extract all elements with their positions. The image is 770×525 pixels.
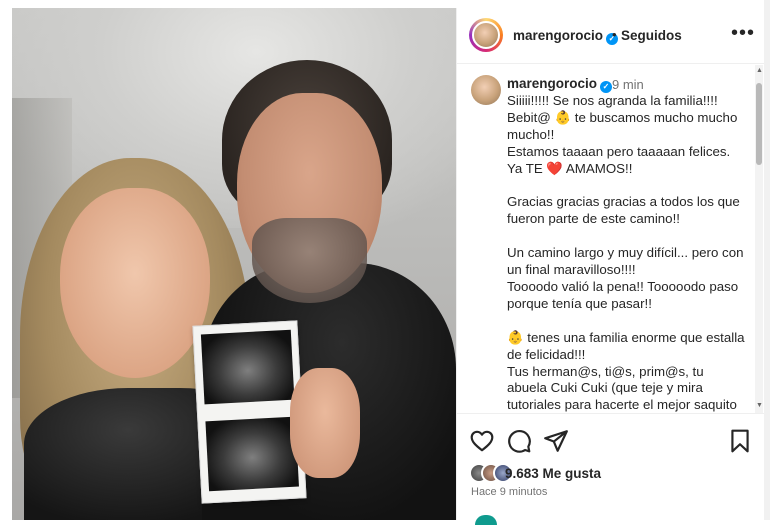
photo-hand [290, 368, 360, 478]
verified-badge-icon: ✓ [600, 81, 613, 93]
post-photo[interactable] [12, 8, 456, 520]
caption-avatar[interactable] [471, 75, 501, 105]
share-icon[interactable] [543, 428, 569, 454]
header-separator: • [612, 27, 617, 42]
profile-avatar-ring[interactable] [469, 18, 503, 52]
instagram-post-view: marengorocio ✓ • Seguidos ••• marengoroci… [0, 0, 770, 525]
post-actions: 9.683 Me gusta Hace 9 minutos [457, 413, 765, 525]
follow-status-button[interactable]: Seguidos [621, 28, 682, 43]
comment-icon[interactable] [506, 428, 532, 454]
photo-woman-face [60, 188, 210, 378]
caption-username-text[interactable]: marengorocio [507, 76, 597, 91]
post-header: marengorocio ✓ • Seguidos ••• [457, 8, 765, 64]
window-scrollbar[interactable] [764, 0, 770, 520]
bookmark-icon[interactable] [727, 428, 753, 454]
next-item-avatar-partial [475, 515, 497, 525]
post-timestamp[interactable]: Hace 9 minutos [471, 486, 547, 498]
photo-man-beard [252, 218, 367, 303]
heart-icon[interactable] [469, 428, 495, 454]
caption-text: Siiiii!!!!! Se nos agranda la familia!!!… [507, 93, 745, 413]
profile-avatar[interactable] [472, 21, 500, 49]
more-options-icon[interactable]: ••• [731, 22, 755, 45]
caption-scrollbar-thumb[interactable] [756, 83, 762, 165]
caption-username[interactable]: marengorocio ✓ [507, 76, 613, 93]
ultrasound-scan-top [200, 329, 295, 405]
caption-section: marengorocio ✓ 9 min Siiiii!!!!! Se nos a… [457, 65, 765, 413]
ultrasound-scan-bottom [205, 416, 299, 492]
header-username[interactable]: marengorocio ✓ [513, 28, 619, 45]
header-username-text[interactable]: marengorocio [513, 28, 603, 43]
scroll-up-arrow-icon[interactable]: ▲ [756, 67, 763, 74]
caption-time: 9 min [612, 77, 644, 92]
post-side-panel: marengorocio ✓ • Seguidos ••• marengoroci… [456, 8, 765, 525]
likes-count[interactable]: 9.683 Me gusta [505, 466, 601, 481]
scroll-down-arrow-icon[interactable]: ▼ [756, 402, 763, 409]
